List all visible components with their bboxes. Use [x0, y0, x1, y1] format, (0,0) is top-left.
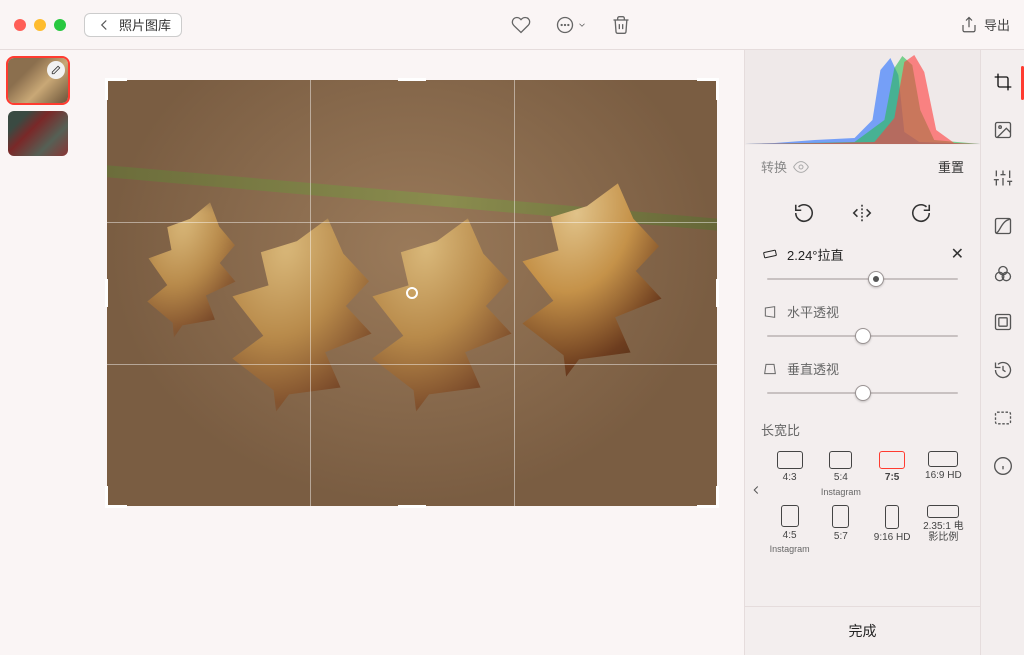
straighten-reset-icon[interactable]: ✕ [951, 244, 964, 264]
aspect-ratio-option[interactable]: 5:4Instagram [818, 449, 863, 499]
visibility-eye-icon[interactable] [793, 159, 809, 175]
straighten-slider-thumb[interactable] [868, 271, 884, 287]
aspect-ratio-option[interactable]: 5:7 [818, 503, 863, 557]
close-window-button[interactable] [14, 19, 26, 31]
color-channel-icon[interactable] [991, 262, 1015, 286]
thumbnail-2[interactable] [8, 111, 68, 156]
trash-icon[interactable] [611, 15, 631, 35]
thumbnail-strip [0, 50, 80, 655]
done-button[interactable]: 完成 [745, 606, 980, 655]
crop-canvas[interactable] [80, 50, 744, 655]
history-icon[interactable] [991, 358, 1015, 382]
h-perspective-slider-thumb[interactable] [855, 328, 871, 344]
straighten-icon [761, 246, 779, 262]
info-icon[interactable] [991, 454, 1015, 478]
fullscreen-window-button[interactable] [54, 19, 66, 31]
aspect-ratio-option[interactable]: 9:16 HD [870, 503, 915, 557]
favorite-heart-icon[interactable] [511, 15, 531, 35]
export-button[interactable]: 导出 [960, 15, 1010, 34]
minimize-window-button[interactable] [34, 19, 46, 31]
reset-button[interactable]: 重置 [938, 157, 964, 176]
crop-handle-right[interactable] [716, 279, 719, 307]
vignette-tool-icon[interactable] [991, 310, 1015, 334]
more-actions-button[interactable] [555, 15, 587, 35]
back-label: 照片图库 [119, 15, 171, 34]
v-perspective-label: 垂直透视 [787, 359, 839, 378]
straighten-value: 2.24°拉直 [787, 245, 844, 264]
rotate-right-icon[interactable] [910, 202, 932, 224]
rotate-left-icon[interactable] [793, 202, 815, 224]
crop-handle-top[interactable] [398, 78, 426, 81]
chevron-down-icon [577, 20, 587, 30]
transform-section-title: 转换 [761, 157, 787, 176]
crop-center-marker [406, 287, 418, 299]
more-ellipsis-icon [555, 15, 575, 35]
window-controls[interactable] [14, 19, 66, 31]
aspect-ratio-option[interactable]: 16:9 HD [921, 449, 966, 499]
export-label: 导出 [984, 15, 1010, 34]
crop-handle-bottom-right[interactable] [697, 486, 719, 508]
straighten-slider[interactable] [767, 268, 958, 290]
aspect-ratio-title: 长宽比 [755, 414, 970, 445]
editing-badge-icon [47, 61, 65, 79]
aspect-ratio-option[interactable]: 2.35:1 电影比例 [921, 503, 966, 557]
flip-horizontal-icon[interactable] [851, 202, 873, 224]
histogram [745, 50, 980, 145]
crop-handle-bottom-left[interactable] [105, 486, 127, 508]
crop-handle-left[interactable] [105, 279, 108, 307]
curves-tool-icon[interactable] [991, 214, 1015, 238]
export-icon [960, 16, 978, 34]
crop-handle-top-right[interactable] [697, 78, 719, 100]
image-tool-icon[interactable] [991, 118, 1015, 142]
aspect-ratio-option[interactable]: 7:5 [870, 449, 915, 499]
aspect-ratio-option[interactable]: 4:5Instagram [767, 503, 812, 557]
v-perspective-slider[interactable] [767, 382, 958, 404]
chevron-left-icon [95, 16, 113, 34]
h-perspective-slider[interactable] [767, 325, 958, 347]
ratio-prev-button[interactable] [749, 483, 763, 497]
crop-tool-icon[interactable] [991, 70, 1015, 94]
watermark-tool-icon[interactable] [991, 406, 1015, 430]
back-to-library-button[interactable]: 照片图库 [84, 13, 182, 37]
v-perspective-icon [761, 361, 779, 377]
adjust-sliders-icon[interactable] [991, 166, 1015, 190]
h-perspective-icon [761, 304, 779, 320]
edit-tool-strip [980, 50, 1024, 655]
aspect-ratio-grid: 4:35:4Instagram7:516:9 HD 4:5Instagram5:7… [755, 445, 970, 556]
v-perspective-slider-thumb[interactable] [855, 385, 871, 401]
crop-handle-bottom[interactable] [398, 505, 426, 508]
thumbnail-1[interactable] [8, 58, 68, 103]
aspect-ratio-option[interactable]: 4:3 [767, 449, 812, 499]
crop-handle-top-left[interactable] [105, 78, 127, 100]
h-perspective-label: 水平透视 [787, 302, 839, 321]
